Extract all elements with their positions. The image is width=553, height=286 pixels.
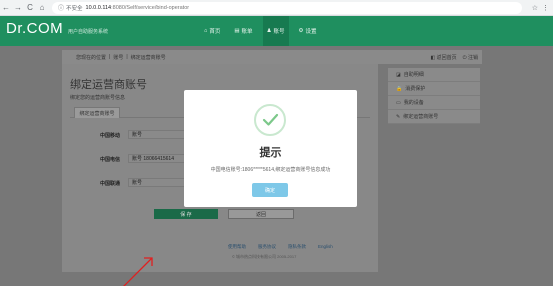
breadcrumb: 您现在的位置 | 账号 | 绑定运营商账号 ◧ 返回首页 ⏻ 注销	[62, 50, 482, 64]
breadcrumb-account[interactable]: 账号	[113, 54, 123, 61]
return-home-label: 返回首页	[436, 55, 457, 61]
success-check-icon	[254, 104, 286, 136]
device-icon: ▭	[396, 99, 401, 106]
label-china-unicom: 中国联通	[100, 181, 121, 187]
nav-home[interactable]: ⌂ 首页	[200, 16, 224, 46]
sidebar-item-label: 消费保护	[405, 86, 426, 92]
footer-link-help[interactable]: 使用帮助	[228, 244, 246, 250]
back-button[interactable]: 返回	[228, 209, 294, 219]
success-dialog: 提示 中国电信账号:1806*****5614,绑定运营商账号信息成功 确定	[184, 90, 357, 207]
nav-bill[interactable]: ▤ 账单	[230, 16, 256, 46]
logo: Dr.COM	[6, 20, 64, 37]
sidebar-item-devices[interactable]: ▭ 我的设备	[388, 96, 480, 110]
breadcrumb-separator: |	[126, 54, 128, 60]
address-bar[interactable]: ⓘ 不安全 10.0.0.114 :8080/Self/service/bind…	[52, 1, 522, 14]
footer-links: 使用帮助 服务协议 隐私条款 English	[228, 244, 333, 250]
reload-icon[interactable]: C	[24, 3, 36, 12]
label-china-telecom: 中国电信	[100, 157, 121, 163]
lock-icon: 🔒	[396, 85, 403, 92]
sidebar: ◪ 自助明细 🔒 消费保护 ▭ 我的设备 ✎ 绑定运营商账号	[388, 68, 480, 124]
sidebar-item-label: 绑定运营商账号	[403, 114, 439, 120]
detail-icon: ◪	[396, 71, 401, 78]
sidebar-item-label: 我的设备	[403, 100, 424, 106]
info-icon: ⓘ	[58, 6, 65, 12]
account-icon: ♟	[266, 28, 272, 34]
page-title: 绑定运营商账号	[70, 79, 147, 91]
footer-link-privacy[interactable]: 隐私条款	[288, 244, 306, 250]
nav-settings-label: 设置	[305, 29, 317, 35]
back-icon[interactable]: ←	[0, 3, 12, 12]
bill-icon: ▤	[234, 28, 240, 34]
browser-toolbar: ← → C ⌂ ⓘ 不安全 10.0.0.114 :8080/Self/serv…	[0, 0, 553, 16]
dialog-message: 中国电信账号:1806*****5614,绑定运营商账号信息成功	[210, 167, 331, 173]
url-host: 10.0.0.114	[85, 4, 112, 11]
forward-icon[interactable]: →	[12, 3, 24, 12]
sidebar-item-protection[interactable]: 🔒 消费保护	[388, 82, 480, 96]
security-label: 不安全	[66, 5, 83, 12]
breadcrumb-separator: |	[109, 54, 111, 60]
tab-bind-operator[interactable]: 绑定运营商账号	[74, 107, 120, 118]
nav-settings[interactable]: ⚙ 设置	[295, 16, 321, 46]
nav-account[interactable]: ♟ 账号	[262, 16, 289, 46]
sidebar-item-label: 自助明细	[403, 72, 424, 78]
settings-icon: ⚙	[298, 28, 304, 34]
breadcrumb-location: 您现在的位置	[76, 54, 107, 61]
nav-home-label: 首页	[209, 29, 221, 35]
sidebar-item-self-detail[interactable]: ◪ 自助明细	[388, 68, 480, 82]
save-button[interactable]: 保 存	[154, 209, 218, 219]
top-nav: ⌂ 首页 ▤ 账单 ♟ 账号 ⚙ 设置	[200, 16, 320, 46]
home-icon[interactable]: ⌂	[36, 3, 48, 12]
logout-label: 注销	[467, 55, 478, 61]
page-subtitle: 绑定您的运营商账号信息	[70, 95, 126, 101]
bookmark-star-icon[interactable]: ☆	[532, 4, 538, 12]
footer-link-english[interactable]: English	[318, 244, 333, 250]
url-path: :8080/Self/service/bind-operator	[111, 4, 190, 11]
logout-link[interactable]: ⏻ 注销	[463, 54, 478, 61]
dialog-title: 提示	[259, 147, 282, 159]
app-header: Dr.COM 用户自助服务系统 ⌂ 首页 ▤ 账单 ♟ 账号 ⚙ 设置	[0, 16, 553, 46]
label-china-mobile: 中国移动	[100, 133, 121, 139]
ok-button[interactable]: 确定	[252, 183, 288, 197]
return-home-link[interactable]: ◧ 返回首页	[430, 54, 456, 61]
nav-account-label: 账号	[273, 29, 285, 35]
footer-link-agreement[interactable]: 服务协议	[258, 244, 276, 250]
sidebar-item-bind-operator[interactable]: ✎ 绑定运营商账号	[388, 110, 480, 124]
link-icon: ✎	[396, 113, 401, 120]
home-icon: ⌂	[204, 28, 208, 34]
app-subtitle: 用户自助服务系统	[68, 29, 109, 35]
breadcrumb-current: 绑定运营商账号	[130, 54, 166, 61]
menu-icon[interactable]: ⋮	[542, 4, 549, 12]
nav-bill-label: 账单	[241, 29, 253, 35]
footer-copyright: © 城市热点科技有限公司 2005-2017	[232, 254, 297, 259]
annotation-arrow-icon	[123, 257, 153, 286]
